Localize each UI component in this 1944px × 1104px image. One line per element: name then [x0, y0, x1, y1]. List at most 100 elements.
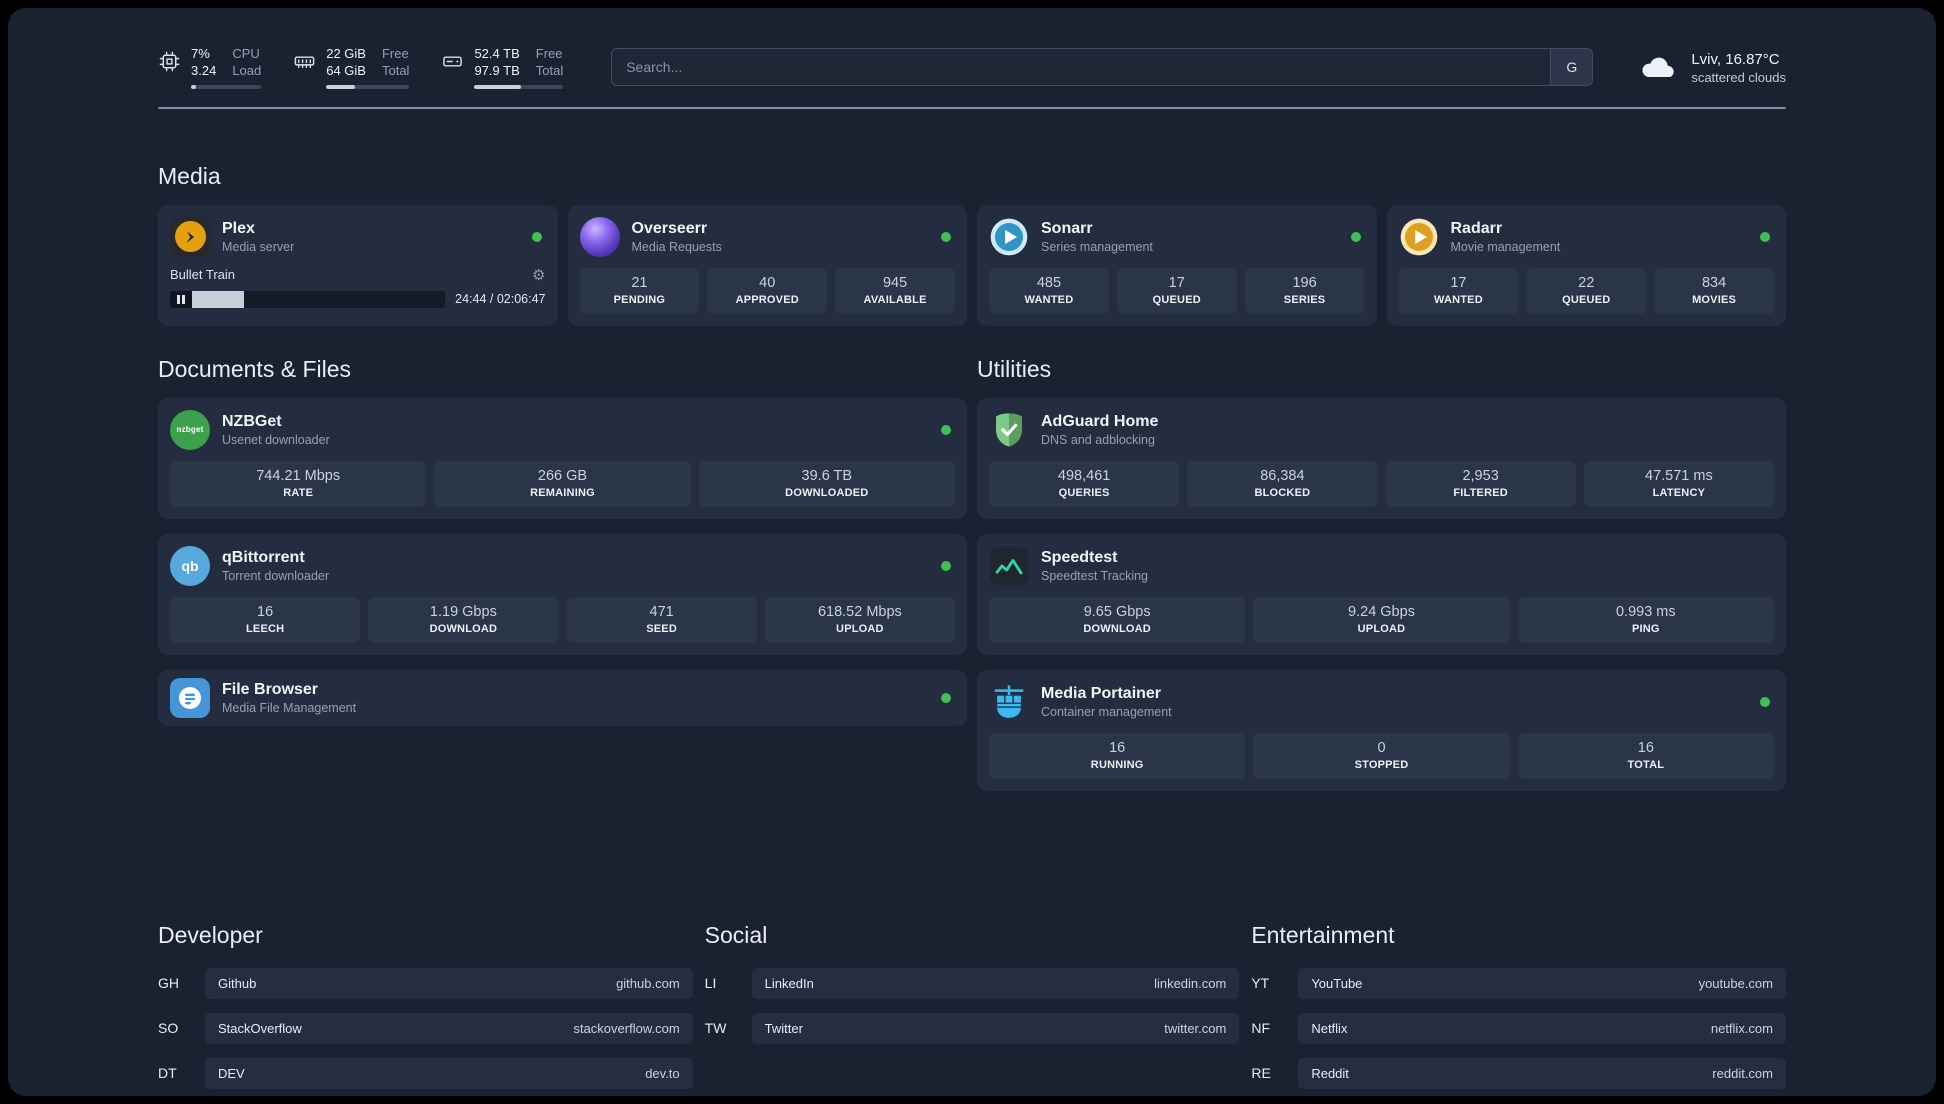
stat-label: UPLOAD — [836, 622, 884, 635]
stats-row: 9.65 Gbps DOWNLOAD 9.24 Gbps UPLOAD 0.993 … — [989, 596, 1774, 643]
section-title-entertainment: Entertainment — [1251, 921, 1395, 948]
bookmark-abbr: SO — [158, 1020, 179, 1037]
bookmark-url: dev.to — [645, 1065, 680, 1081]
pause-button[interactable] — [170, 290, 192, 308]
app-link-nzbget[interactable]: nzbget NZBGet Usenet downloader — [170, 409, 955, 450]
plex-icon — [170, 216, 210, 257]
app-name: Speedtest — [1041, 548, 1118, 566]
bookmark-github[interactable]: GH Github github.com — [158, 967, 693, 999]
app-link-sonarr[interactable]: Sonarr Series management — [989, 217, 1365, 257]
bookmark-abbr: TW — [704, 1020, 727, 1037]
storage-free: 52.4 TB — [474, 46, 520, 61]
stat-label: REMAINING — [530, 486, 595, 499]
bookmark-netflix[interactable]: NF Netflix netflix.com — [1251, 1012, 1786, 1044]
stat-label: AVAILABLE — [863, 293, 927, 306]
weather-location: Lviv, 16.87°C — [1691, 50, 1780, 68]
stat-label: RUNNING — [1090, 758, 1144, 771]
stat-wanted: 17 WANTED — [1398, 267, 1519, 314]
app-card-speedtest: Speedtest Speedtest Tracking 9.65 Gbps DO… — [977, 533, 1786, 655]
app-link-overseerr[interactable]: Overseerr Media Requests — [579, 216, 956, 257]
documents-column: Documents & Files nzbget NZBGet Usenet d… — [158, 356, 967, 741]
stat-label: LEECH — [245, 622, 285, 635]
topbar-divider — [158, 106, 1786, 109]
sonarr-icon — [989, 217, 1029, 257]
stat-value: 744.21 Mbps — [256, 467, 341, 484]
bookmark-url: linkedin.com — [1154, 975, 1227, 991]
app-link-radarr[interactable]: Radarr Movie management — [1399, 217, 1775, 257]
app-subtitle: Movie management — [1450, 239, 1561, 254]
storage-total: 97.9 TB — [474, 62, 520, 78]
qbittorrent-icon: qb — [170, 545, 210, 586]
stats-row: 485 WANTED 17 QUEUED 196 SERIES — [989, 267, 1365, 314]
stat-download: 9.65 Gbps DOWNLOAD — [989, 596, 1246, 643]
bookmark-youtube[interactable]: YT YouTube youtube.com — [1251, 967, 1786, 999]
stat-label: DOWNLOAD — [1083, 622, 1151, 635]
stat-value: 9.24 Gbps — [1348, 603, 1415, 620]
stat-remaining: 266 GB REMAINING — [434, 460, 691, 507]
status-dot-online — [1760, 696, 1770, 707]
app-link-speedtest[interactable]: Speedtest Speedtest Tracking — [989, 546, 1774, 586]
stat-label: UPLOAD — [1357, 622, 1406, 635]
stat-value: 22 — [1578, 274, 1595, 291]
app-link-adguard[interactable]: AdGuard Home DNS and adblocking — [989, 410, 1774, 450]
stat-movies: 834 MOVIES — [1654, 267, 1774, 314]
section-title-social: Social — [704, 921, 768, 948]
bookmark-stackoverflow[interactable]: SO StackOverflow stackoverflow.com — [158, 1012, 693, 1044]
app-card-plex: Plex Media server Bullet Train ⚙ 24:44 /… — [158, 204, 558, 326]
bookmark-url: youtube.com — [1698, 975, 1773, 991]
bookmark-twitter[interactable]: TW Twitter twitter.com — [704, 1012, 1240, 1044]
bookmark-name: LinkedIn — [764, 975, 814, 991]
stat-label: DOWNLOADED — [785, 486, 869, 499]
app-card-overseerr: Overseerr Media Requests 21 PENDING 40 APP… — [567, 204, 967, 326]
app-name: Plex — [222, 219, 255, 237]
cpu-percent: 7% — [191, 46, 210, 61]
app-link-portainer[interactable]: Media Portainer Container management — [989, 682, 1774, 722]
bookmark-name: Github — [218, 975, 257, 991]
bookmark-dev[interactable]: DT DEV dev.to — [158, 1057, 693, 1089]
status-dot-online — [531, 231, 542, 242]
player-controls: 24:44 / 02:06:47 — [170, 290, 546, 308]
search-input[interactable] — [611, 48, 1594, 87]
gear-icon[interactable]: ⚙ — [532, 266, 545, 284]
stat-pending: 21 PENDING — [579, 267, 700, 314]
stat-value: 17 — [1450, 274, 1467, 291]
app-name: File Browser — [222, 680, 319, 698]
section-title-documents: Documents & Files — [158, 355, 352, 382]
stat-value: 834 — [1701, 274, 1727, 291]
speedtest-icon — [989, 546, 1029, 586]
stat-label: QUERIES — [1058, 486, 1110, 499]
stat-label: PENDING — [613, 293, 666, 306]
app-link-filebrowser[interactable]: File Browser Media File Management — [170, 677, 955, 718]
app-link-plex[interactable]: Plex Media server — [170, 216, 546, 257]
dashboard: 7% 3.24 CPU Load 22 GiB 64 GiB Free Tota… — [8, 8, 1936, 1096]
stat-download: 1.19 Gbps DOWNLOAD — [368, 596, 559, 643]
now-playing-title: Bullet Train — [170, 267, 236, 283]
bookmark-reddit[interactable]: RE Reddit reddit.com — [1251, 1057, 1786, 1089]
memory-total: 64 GiB — [326, 62, 366, 78]
cpu-label: CPU — [232, 46, 260, 61]
stat-value: 47.571 ms — [1645, 467, 1713, 484]
app-subtitle: Media server — [222, 239, 295, 254]
stat-label: WANTED — [1024, 293, 1074, 306]
app-link-qbittorrent[interactable]: qb qBittorrent Torrent downloader — [170, 545, 955, 586]
stat-value: 2,953 — [1462, 467, 1499, 484]
memory-free: 22 GiB — [326, 46, 366, 61]
entertainment-column: Entertainment YT YouTube youtube.com NF N… — [1251, 922, 1786, 1096]
bookmark-name: Reddit — [1311, 1065, 1349, 1081]
section-title-utilities: Utilities — [977, 355, 1052, 382]
stat-value: 40 — [759, 274, 776, 291]
search-engine-button[interactable]: G — [1550, 49, 1593, 86]
seek-bar[interactable] — [170, 290, 446, 308]
cpu-icon — [158, 50, 181, 73]
app-subtitle: DNS and adblocking — [1041, 432, 1155, 447]
storage-label: Free — [535, 46, 563, 61]
weather-widget: Lviv, 16.87°C scattered clouds — [1639, 50, 1786, 85]
bookmark-linkedin[interactable]: LI LinkedIn linkedin.com — [705, 967, 1240, 999]
app-card-radarr: Radarr Movie management 17 WANTED 22 QUEUE… — [1386, 204, 1786, 326]
stat-ping: 0.993 ms PING — [1517, 596, 1774, 643]
stat-value: 266 GB — [537, 467, 588, 484]
stat-label: QUEUED — [1152, 293, 1201, 306]
section-title-developer: Developer — [158, 921, 263, 948]
stats-row: 498,461 QUERIES 86,384 BLOCKED 2,953 FILTER… — [989, 460, 1774, 507]
stat-value: 9.65 Gbps — [1083, 603, 1151, 620]
